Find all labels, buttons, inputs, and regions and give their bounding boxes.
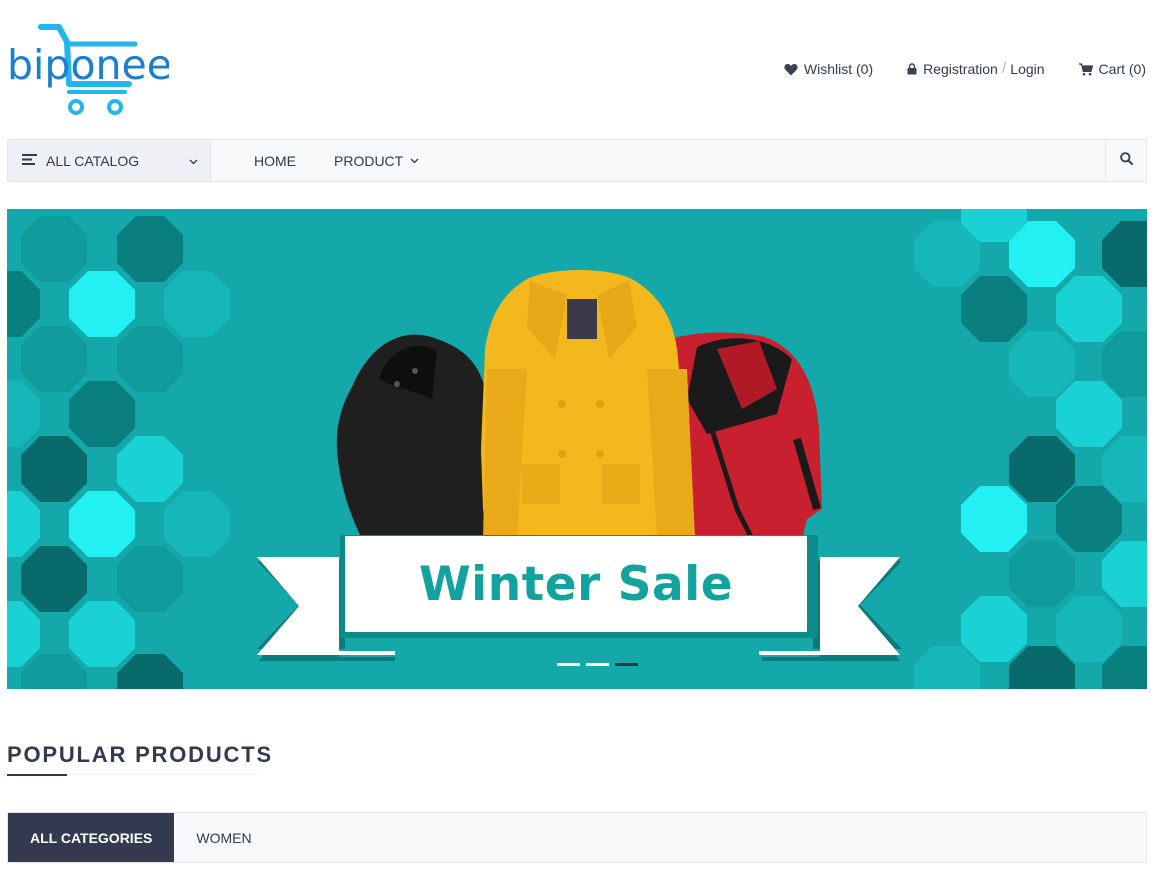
main-navbar: ALL CATALOG HOME PRODUCT	[7, 139, 1147, 182]
search-button[interactable]	[1105, 140, 1146, 181]
nav-home[interactable]: HOME	[254, 153, 296, 169]
all-catalog-label: ALL CATALOG	[46, 152, 140, 169]
cart-icon	[1078, 62, 1093, 76]
all-catalog-dropdown[interactable]: ALL CATALOG	[8, 140, 211, 181]
wishlist-link[interactable]: Wishlist (0)	[784, 61, 873, 77]
octagon-pattern-right	[914, 209, 1147, 689]
login-link[interactable]: Login	[1010, 61, 1044, 77]
yellow-coat-illustration	[481, 270, 697, 539]
header-links: Wishlist (0) Registration / Login Cart (…	[784, 60, 1146, 78]
cart-label: Cart (0)	[1098, 61, 1146, 77]
category-tabs: ALL CATEGORIES WOMEN	[7, 812, 1147, 863]
octagon-pattern-left	[7, 216, 230, 689]
slider-dots	[557, 663, 638, 666]
slider-dot-3[interactable]	[615, 663, 638, 666]
wishlist-label: Wishlist (0)	[803, 61, 874, 77]
tab-women[interactable]: WOMEN	[174, 813, 273, 862]
chevron-down-icon	[410, 158, 419, 164]
title-underline	[7, 774, 67, 776]
biponee-logo[interactable]: biponee	[7, 22, 169, 116]
black-jacket-illustration	[336, 334, 489, 539]
brand-wordmark: biponee	[7, 41, 169, 89]
chevron-down-icon	[189, 152, 198, 170]
menu-icon	[22, 152, 37, 170]
account-links: Registration / Login	[907, 60, 1045, 78]
hero-banner[interactable]: Winter Sale	[7, 209, 1147, 689]
nav-home-label: HOME	[254, 152, 296, 169]
slider-dot-2[interactable]	[586, 663, 609, 666]
search-icon	[1119, 151, 1133, 170]
tab-women-label: WOMEN	[196, 829, 252, 846]
registration-link[interactable]: Registration	[923, 61, 998, 77]
slider-dot-1[interactable]	[557, 663, 580, 666]
lock-icon	[907, 63, 917, 75]
heart-icon	[784, 63, 798, 76]
nav-product[interactable]: PRODUCT	[334, 153, 419, 169]
tab-all-categories[interactable]: ALL CATEGORIES	[8, 813, 175, 862]
separator: /	[1001, 60, 1007, 77]
nav-product-label: PRODUCT	[334, 152, 404, 169]
cart-link[interactable]: Cart (0)	[1078, 61, 1146, 77]
section-title-popular-products: POPULAR PRODUCTS	[7, 742, 273, 767]
banner-title: Winter Sale	[418, 556, 734, 612]
tab-all-categories-label: ALL CATEGORIES	[30, 829, 153, 846]
